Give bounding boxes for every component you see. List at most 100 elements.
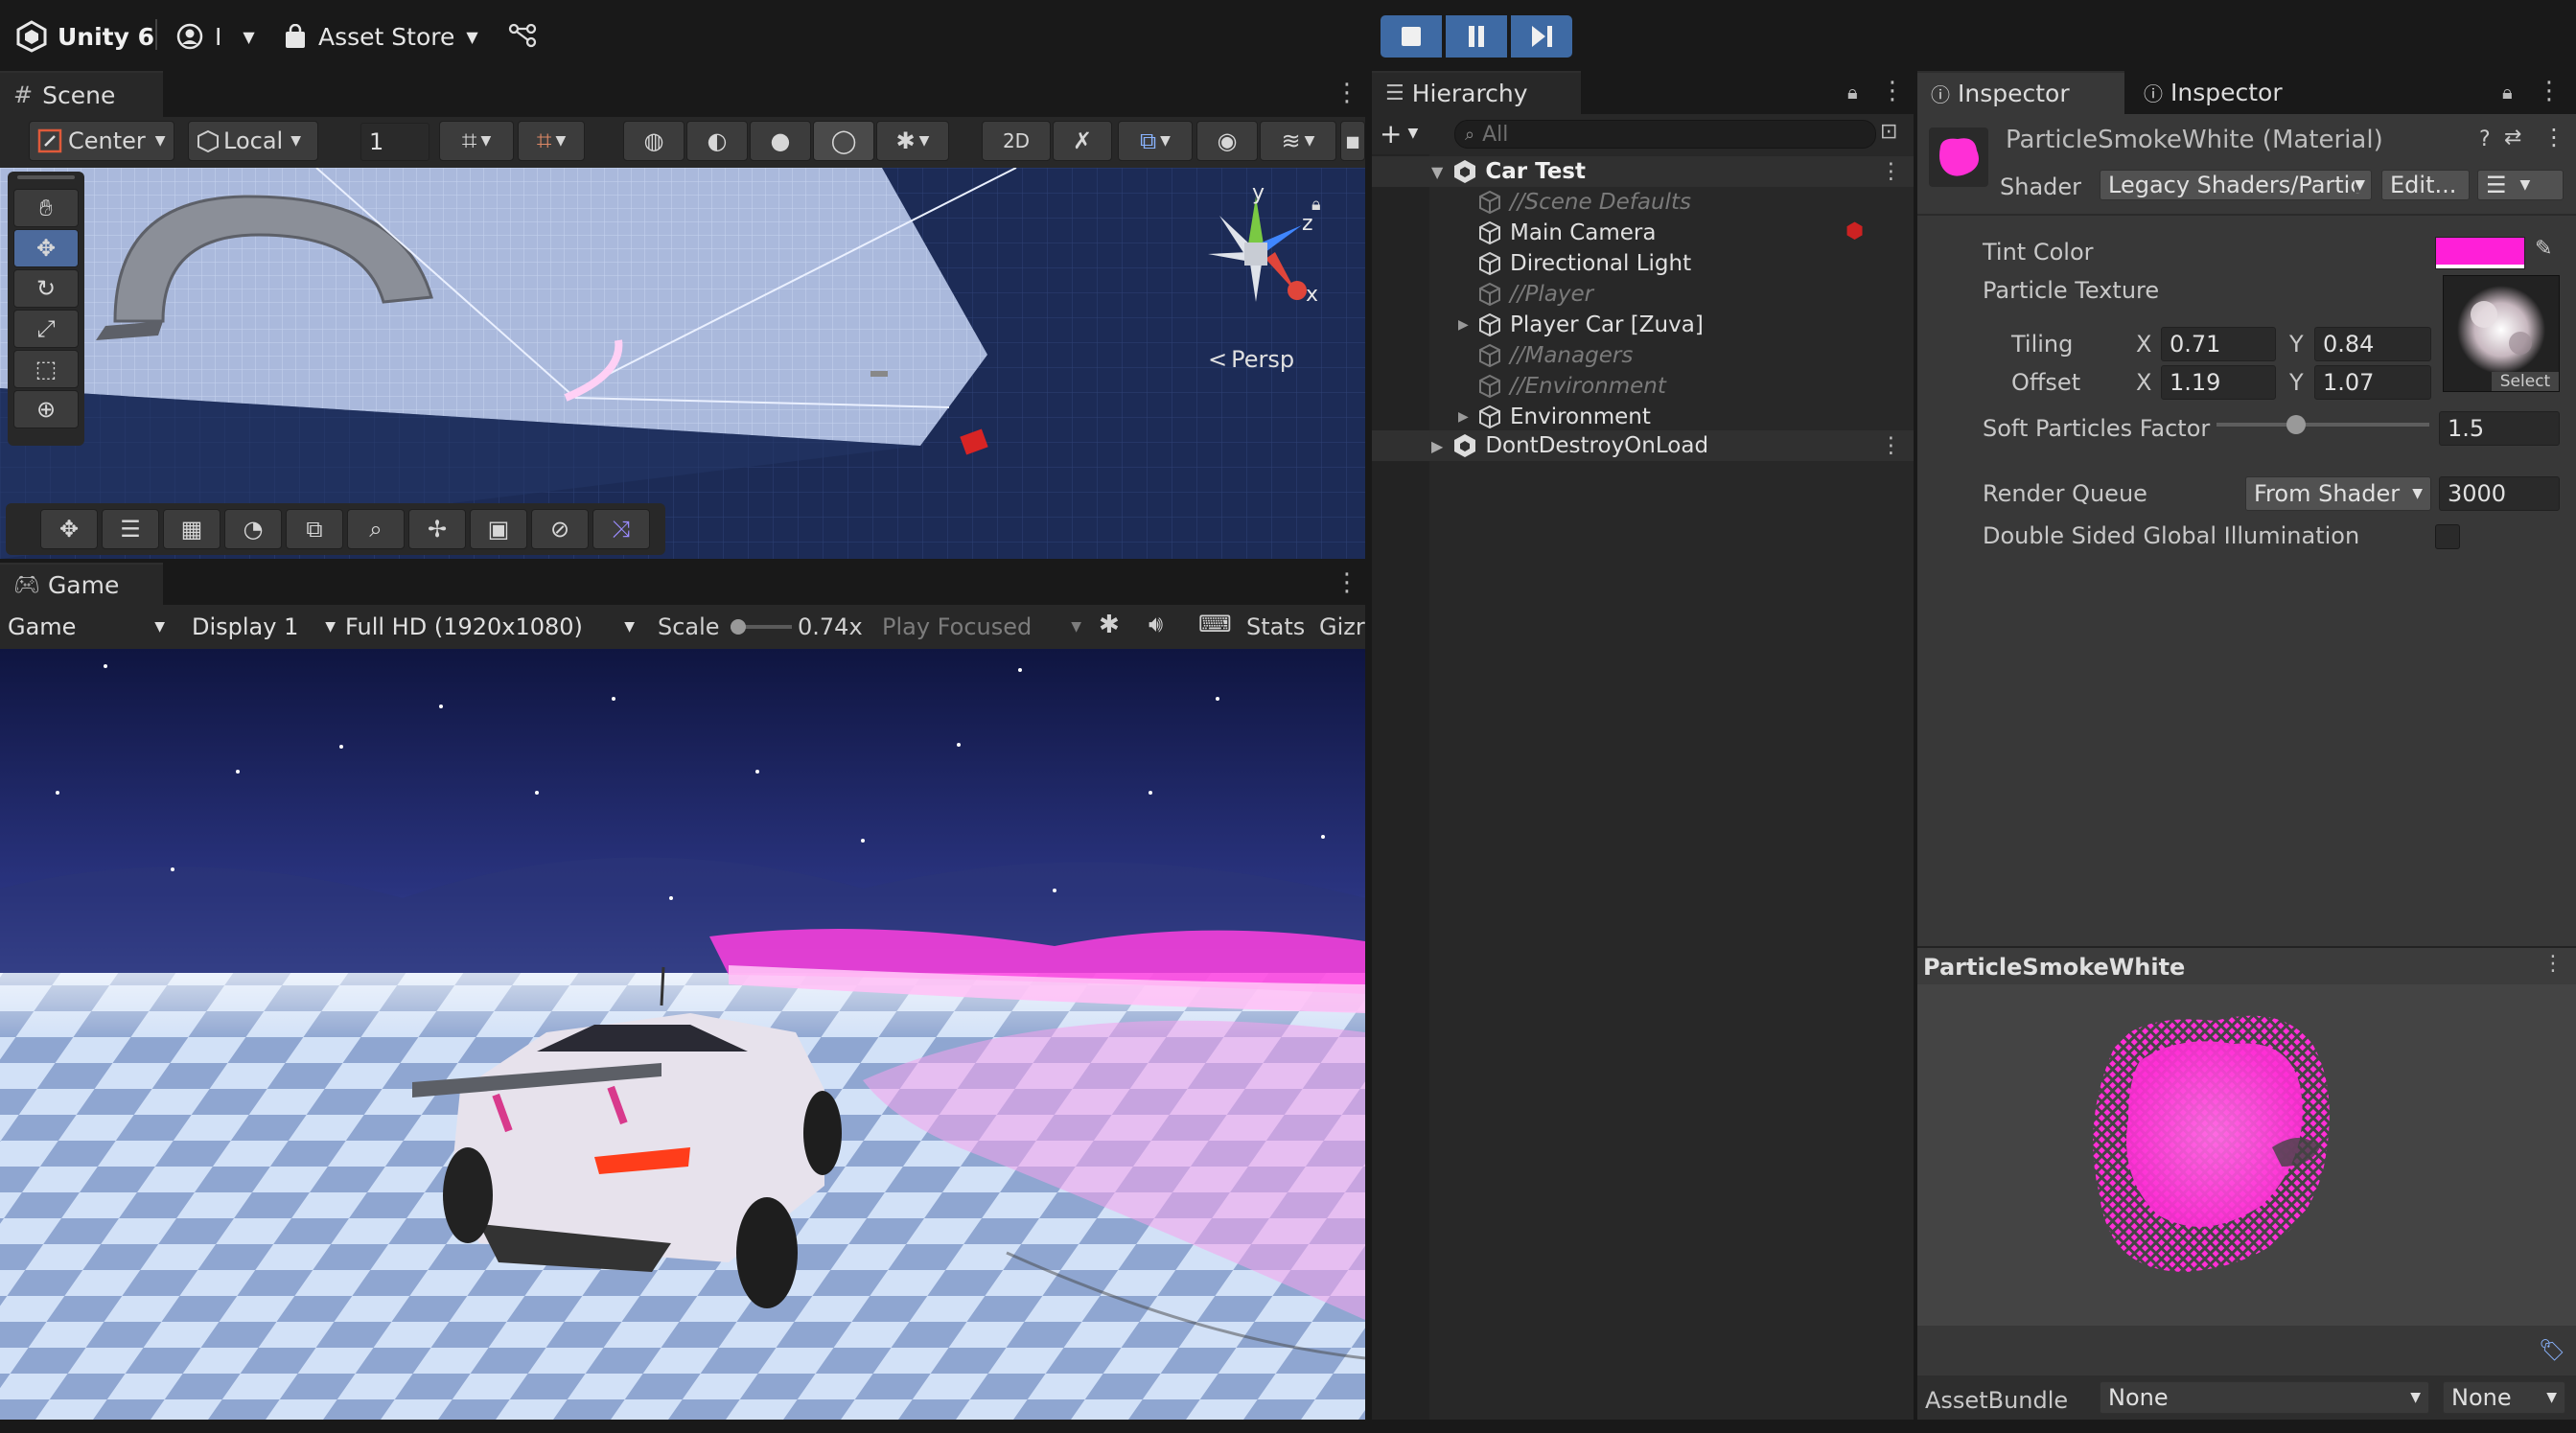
space-local-dropdown[interactable]: Local ▼: [188, 121, 318, 161]
offset-y-field[interactable]: 1.07: [2314, 365, 2431, 400]
texture-select-button[interactable]: Select: [2492, 372, 2559, 391]
shading-wireframe-button[interactable]: ◍: [623, 121, 685, 161]
hierarchy-item[interactable]: //Managers: [1372, 340, 1914, 371]
more-options-icon[interactable]: ⋮: [1880, 159, 1902, 184]
hierarchy-scene-row[interactable]: ▼ Car Test ⋮: [1372, 156, 1914, 187]
pause-button[interactable]: [1446, 15, 1507, 58]
2d-toggle-button[interactable]: 2D: [982, 121, 1051, 161]
rect-tool-button[interactable]: ⬚: [13, 350, 79, 388]
more-options-icon[interactable]: ⋮: [2537, 77, 2562, 105]
more-options-icon[interactable]: ⋮: [1334, 79, 1359, 107]
hierarchy-item[interactable]: //Scene Defaults: [1372, 187, 1914, 218]
help-icon[interactable]: ?: [2479, 127, 2491, 151]
overlay-camera-button[interactable]: ▣: [470, 509, 527, 549]
overlay-sphere-button[interactable]: ◔: [224, 509, 282, 549]
hierarchy-item[interactable]: //Environment: [1372, 371, 1914, 402]
tab-game[interactable]: 🎮︎ Game: [0, 563, 163, 605]
more-options-icon[interactable]: ⋮: [1334, 568, 1359, 597]
chevron-right-icon[interactable]: ▶: [1458, 409, 1477, 425]
pivot-center-dropdown[interactable]: Center ▼: [29, 121, 174, 161]
game-viewport[interactable]: [0, 649, 1365, 1420]
hierarchy-item[interactable]: ▶ Player Car [Zuva]: [1372, 310, 1914, 340]
overlay-pivot-button[interactable]: ✢: [408, 509, 466, 549]
material-preview[interactable]: [1917, 984, 2576, 1326]
hierarchy-ddol-row[interactable]: ▶ DontDestroyOnLoad ⋮: [1372, 430, 1914, 461]
asset-store-dropdown[interactable]: Asset Store ▼: [284, 15, 478, 58]
grid-size-field[interactable]: 1: [360, 123, 429, 161]
tiling-y-field[interactable]: 0.84: [2314, 327, 2431, 361]
step-button[interactable]: [1511, 15, 1572, 58]
create-dropdown[interactable]: + ▼: [1380, 118, 1418, 150]
hand-tool-button[interactable]: ✋︎: [13, 189, 79, 227]
hierarchy-search-input[interactable]: ⌕ All: [1454, 120, 1876, 149]
resolution-dropdown[interactable]: Full HD (1920x1080) ▼: [345, 611, 638, 643]
layers-dropdown[interactable]: ≋ ▼: [1260, 121, 1336, 161]
tab-inspector-2[interactable]: ⓘ Inspector: [2144, 71, 2283, 114]
game-mode-dropdown[interactable]: Game ▼: [8, 611, 171, 643]
overlay-align-button[interactable]: ☰: [102, 509, 159, 549]
assetbundle-dropdown[interactable]: None ▼: [2100, 1381, 2429, 1414]
assetbundle-variant-dropdown[interactable]: None ▼: [2443, 1381, 2565, 1414]
more-options-icon[interactable]: ⋮: [2542, 952, 2564, 976]
account-dropdown[interactable]: I ▼: [176, 15, 255, 58]
overlay-move-button[interactable]: ✥: [40, 509, 98, 549]
shading-shaded-button[interactable]: ●: [750, 121, 811, 161]
debug-draw-mode-button[interactable]: ✱ ▼: [876, 121, 949, 161]
hierarchy-item[interactable]: Directional Light: [1372, 248, 1914, 279]
overlay-shuffle-button[interactable]: ⤨: [592, 509, 650, 549]
tab-inspector-1[interactable]: ⓘ Inspector: [1917, 71, 2124, 114]
lighting-toggle-button[interactable]: ✗: [1053, 121, 1112, 161]
increment-snap-button[interactable]: ⌗ ▼: [518, 121, 585, 161]
tint-color-swatch[interactable]: [2435, 237, 2525, 269]
lock-icon[interactable]: 🔒︎: [1311, 195, 1321, 215]
search-options-icon[interactable]: ⊡: [1880, 120, 1897, 144]
shading-shaded-wire-button[interactable]: ◐: [686, 121, 748, 161]
gizmos-button[interactable]: Gizr: [1319, 613, 1365, 640]
tag-icon[interactable]: 🏷︎: [2539, 1339, 2565, 1363]
particle-texture-slot[interactable]: Select: [2443, 275, 2560, 392]
lock-icon[interactable]: 🔒︎: [2502, 81, 2513, 104]
scene-viewport[interactable]: y z x 🔒︎ < Persp ✋︎ ✥ ↻ ⤢ ⬚ ⊕ ✥ ☰ ▦ ◔ ⧉ …: [0, 168, 1365, 559]
lock-icon[interactable]: 🔒︎: [1847, 81, 1858, 104]
visibility-toggle-button[interactable]: ◉: [1196, 121, 1258, 161]
overlay-layers-button[interactable]: ⧉: [286, 509, 343, 549]
render-queue-field[interactable]: 3000: [2439, 476, 2560, 511]
more-options-icon[interactable]: ⋮: [1880, 433, 1902, 458]
play-focused-dropdown[interactable]: Play Focused ▼: [882, 611, 1083, 643]
move-tool-button[interactable]: ✥: [13, 229, 79, 267]
hierarchy-item[interactable]: Main Camera: [1372, 218, 1914, 248]
stats-button[interactable]: Stats: [1246, 613, 1305, 640]
rotate-tool-button[interactable]: ↻: [13, 269, 79, 308]
shader-options-dropdown[interactable]: ☰ ▼: [2477, 170, 2564, 200]
speaker-icon[interactable]: 🔊︎: [1149, 611, 1163, 637]
unity-menu-button[interactable]: Unity 6: [15, 15, 154, 58]
soft-particles-field[interactable]: 1.5: [2439, 411, 2560, 446]
camera-settings-button[interactable]: ■: [1340, 121, 1365, 161]
double-sided-gi-checkbox[interactable]: [2435, 524, 2460, 549]
scale-slider[interactable]: [731, 619, 792, 635]
hierarchy-item[interactable]: ▶ Environment: [1372, 402, 1914, 432]
transform-tool-button[interactable]: ⊕: [13, 390, 79, 428]
keyboard-icon[interactable]: ⌨: [1198, 611, 1232, 637]
chevron-right-icon[interactable]: ▶: [1458, 317, 1477, 333]
tab-hierarchy[interactable]: ☰ Hierarchy: [1372, 71, 1581, 114]
projection-toggle[interactable]: < Persp: [1208, 346, 1294, 373]
shader-dropdown[interactable]: Legacy Shaders/Partic ▼: [2100, 170, 2372, 200]
shader-edit-button[interactable]: Edit...: [2381, 170, 2470, 200]
shading-unlit-button[interactable]: ◯: [813, 121, 874, 161]
tiling-x-field[interactable]: 0.71: [2161, 327, 2276, 361]
eyedropper-icon[interactable]: ✎: [2535, 237, 2552, 261]
overlay-compass-button[interactable]: ⊘: [531, 509, 589, 549]
preset-icon[interactable]: ⇄: [2504, 126, 2521, 150]
render-queue-dropdown[interactable]: From Shader ▼: [2245, 476, 2431, 511]
grid-snap-button[interactable]: ⌗ ▼: [439, 121, 514, 161]
version-control-icon[interactable]: [508, 21, 537, 48]
soft-particles-slider[interactable]: [2216, 413, 2429, 436]
scene-fx-button[interactable]: ⧉ ▼: [1118, 121, 1193, 161]
stop-button[interactable]: [1381, 15, 1442, 58]
more-options-icon[interactable]: ⋮: [2542, 124, 2565, 150]
offset-x-field[interactable]: 1.19: [2161, 365, 2276, 400]
tab-scene[interactable]: # Scene: [0, 71, 163, 117]
overlay-grid-button[interactable]: ▦: [163, 509, 220, 549]
scale-tool-button[interactable]: ⤢: [13, 310, 79, 348]
